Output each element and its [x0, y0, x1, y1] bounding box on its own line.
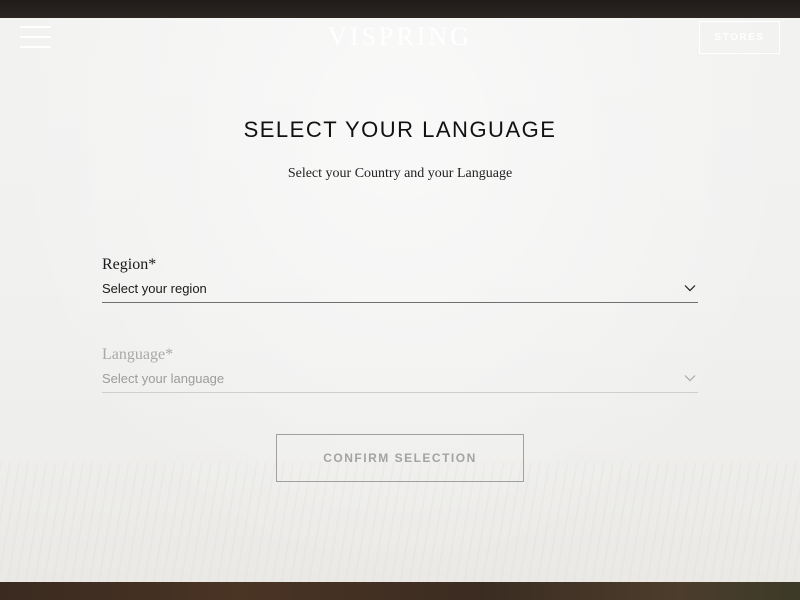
- chevron-down-icon: [684, 375, 696, 382]
- page-subtitle: Select your Country and your Language: [287, 166, 513, 181]
- region-select[interactable]: Select your region: [102, 278, 698, 303]
- language-select[interactable]: Select your language: [102, 368, 698, 393]
- region-label: Region*: [102, 256, 157, 273]
- menu-icon[interactable]: [20, 26, 51, 48]
- chevron-down-icon: [684, 285, 696, 292]
- footer-background-image: [0, 582, 800, 600]
- menu-icon-bar: [20, 46, 51, 48]
- region-field: Region* Select your region: [102, 254, 698, 303]
- language-select-value: Select your language: [102, 371, 225, 386]
- language-label: Language*: [102, 346, 174, 363]
- stores-button[interactable]: STORES: [699, 21, 780, 54]
- confirm-selection-button[interactable]: CONFIRM SELECTION: [276, 434, 524, 482]
- page-title: SELECT YOUR LANGUAGE: [243, 117, 557, 142]
- menu-icon-bar: [20, 26, 51, 28]
- region-select-value: Select your region: [102, 281, 207, 296]
- header-background-image: [0, 0, 800, 18]
- menu-icon-bar: [20, 36, 51, 38]
- site-logo[interactable]: VISPRING: [300, 21, 500, 53]
- language-field: Language* Select your language: [102, 344, 698, 393]
